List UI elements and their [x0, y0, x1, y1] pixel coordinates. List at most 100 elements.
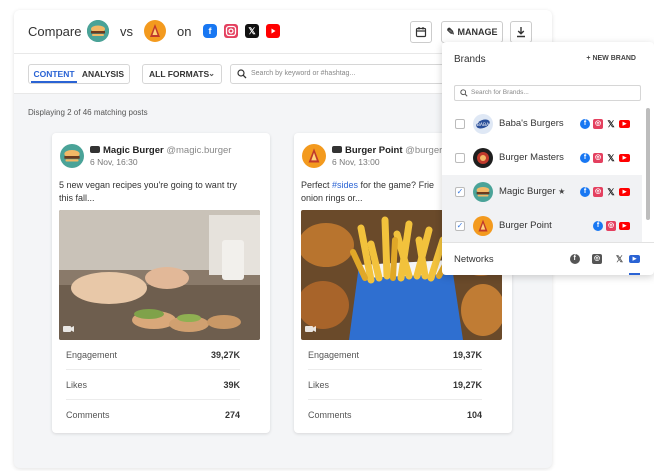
stat-value: 274 — [224, 410, 240, 420]
facebook-icon: f — [593, 221, 603, 231]
brand-checkbox[interactable] — [455, 153, 465, 163]
new-brand-button[interactable]: + NEW BRAND — [586, 55, 636, 62]
facebook-filter-icon[interactable]: f — [569, 254, 580, 264]
brand-row-babas-burgers[interactable]: BABA Baba's Burgers f ◎ 𝕏 ▶ — [442, 107, 642, 141]
tab-analysis[interactable]: ANALYSIS — [79, 65, 127, 83]
stat-label: Engagement — [66, 350, 118, 360]
youtube-network-icon — [90, 145, 100, 153]
babas-burgers-logo-icon: BABA — [473, 114, 493, 134]
stat-value: 39,27K — [210, 350, 240, 360]
post-date: 6 Nov, 13:00 — [332, 157, 380, 167]
youtube-icon: ▶ — [619, 120, 630, 128]
download-icon — [517, 27, 525, 38]
star-icon: ★ — [558, 187, 566, 196]
compare-label: Compare — [28, 24, 82, 39]
brand-row-magic-burger[interactable]: ✓ Magic Burger ★ f ◎ 𝕏 ▶ — [442, 175, 642, 209]
stat-label: Engagement — [308, 350, 360, 360]
facebook-icon: f — [580, 119, 590, 129]
youtube-icon: ▶ — [619, 222, 630, 230]
instagram-filter-icon[interactable]: ◎ — [592, 254, 603, 264]
manage-button[interactable]: ✎ MANAGE — [441, 21, 503, 43]
search-icon — [237, 69, 247, 79]
svg-text:BABA: BABA — [477, 122, 490, 128]
post-search-input[interactable]: Search by keyword or #hashtag... — [230, 64, 450, 84]
magic-burger-logo-icon — [60, 144, 84, 168]
post-author: Burger Point @burger_ — [332, 145, 448, 156]
stat-likes: Likes 39K — [66, 370, 240, 400]
brands-scrollbar[interactable] — [646, 108, 650, 220]
brand-name: Baba's Burgers — [499, 118, 564, 129]
instagram-icon[interactable] — [224, 24, 238, 38]
download-button[interactable] — [510, 21, 532, 43]
magic-burger-avatar — [473, 182, 493, 202]
x-twitter-icon: 𝕏 — [607, 119, 615, 129]
post-text-post: for the game? Frie — [358, 180, 435, 190]
vs-label: vs — [120, 24, 133, 39]
post-text-line-2: this fall... — [59, 193, 95, 203]
brand-search-input[interactable]: Search for Brands... — [454, 85, 641, 101]
post-text-line-1: 5 new vegan recipes you're going to want… — [59, 180, 237, 190]
youtube-network-icon — [332, 145, 342, 153]
burger-point-logo-icon — [144, 20, 166, 42]
brand-checkbox[interactable] — [455, 119, 465, 129]
network-filter-icons: f ◎ 𝕏 ▶ — [562, 254, 640, 275]
facebook-icon[interactable]: f — [203, 24, 217, 38]
networks-filter: Networks f ◎ 𝕏 ▶ — [442, 242, 654, 275]
brand-row-burger-point[interactable]: ✓ Burger Point f ◎ ▶ — [442, 209, 642, 243]
stat-likes: Likes 19,27K — [308, 370, 482, 400]
stat-value: 39K — [223, 380, 240, 390]
instagram-glyph-icon — [225, 25, 237, 37]
tab-content[interactable]: CONTENT — [31, 65, 77, 83]
brand-row-burger-masters[interactable]: Burger Masters f ◎ 𝕏 ▶ — [442, 141, 642, 175]
youtube-play-icon — [271, 28, 276, 34]
magic-burger-card-avatar — [60, 144, 84, 168]
facebook-icon: f — [580, 187, 590, 197]
brand-checkbox-checked[interactable]: ✓ — [455, 221, 465, 231]
post-hashtag-link[interactable]: #sides — [332, 180, 358, 190]
stat-label: Likes — [66, 380, 88, 390]
youtube-filter-icon: ▶ — [629, 255, 640, 263]
burger-point-logo-icon — [302, 144, 326, 168]
x-twitter-filter-icon[interactable]: 𝕏 — [615, 254, 625, 264]
youtube-filter-tab[interactable]: ▶ — [629, 254, 640, 275]
post-author: Magic Burger @magic.burger — [90, 145, 231, 156]
post-card-magic-burger[interactable]: Magic Burger @magic.burger 6 Nov, 16:30 … — [52, 133, 270, 433]
post-brand-name: Burger Point — [345, 145, 403, 156]
youtube-icon[interactable] — [266, 24, 280, 38]
burger-point-avatar[interactable] — [144, 20, 166, 42]
instagram-icon: ◎ — [593, 119, 603, 129]
facebook-icon: f — [580, 153, 590, 163]
networks-label: Networks — [454, 254, 494, 265]
babas-burgers-avatar: BABA — [473, 114, 493, 134]
stat-label: Comments — [66, 410, 110, 420]
brand-name: Burger Masters — [499, 152, 564, 163]
magic-burger-logo-icon — [473, 182, 493, 202]
burger-point-card-avatar — [302, 144, 326, 168]
x-twitter-icon[interactable]: 𝕏 — [245, 24, 259, 38]
brand-networks: f ◎ 𝕏 ▶ — [577, 187, 630, 197]
stat-engagement: Engagement 39,27K — [66, 340, 240, 370]
post-video-thumbnail[interactable] — [59, 210, 260, 340]
post-text: 5 new vegan recipes you're going to want… — [59, 179, 265, 205]
brand-checkbox-checked[interactable]: ✓ — [455, 187, 465, 197]
manage-label: MANAGE — [457, 27, 498, 37]
calendar-button[interactable] — [410, 21, 432, 43]
instagram-icon: ◎ — [606, 221, 616, 231]
matching-posts-count: Displaying 2 of 46 matching posts — [28, 108, 148, 117]
youtube-icon: ▶ — [619, 188, 630, 196]
stat-value: 19,27K — [452, 380, 482, 390]
brands-panel-title: Brands — [454, 54, 486, 65]
post-text-pre: Perfect — [301, 180, 333, 190]
stat-value: 19,37K — [452, 350, 482, 360]
formats-dropdown[interactable]: ALL FORMATS ⌄ — [142, 64, 222, 84]
brand-networks: f ◎ 𝕏 ▶ — [577, 119, 630, 129]
instagram-icon: ◎ — [593, 187, 603, 197]
cooking-video-image — [59, 210, 260, 340]
burger-point-logo-icon — [473, 216, 493, 236]
post-date: 6 Nov, 16:30 — [90, 157, 138, 167]
brand-name: Burger Point — [499, 220, 552, 231]
brand-name-text: Magic Burger — [499, 186, 556, 197]
brand-networks: f ◎ ▶ — [590, 221, 630, 231]
post-brand-name: Magic Burger — [103, 145, 164, 156]
magic-burger-avatar[interactable] — [87, 20, 109, 42]
